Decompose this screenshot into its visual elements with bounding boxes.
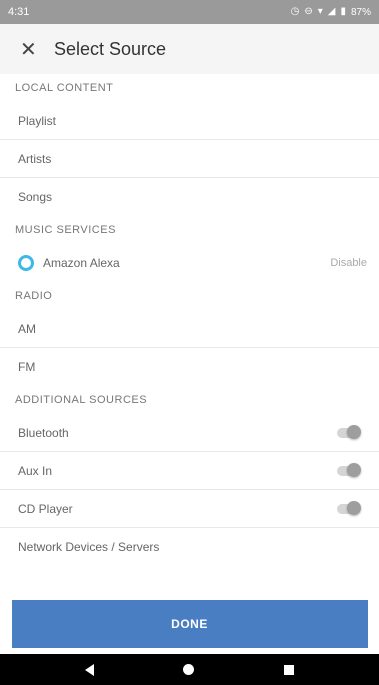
section-header-local-content: LOCAL CONTENT <box>15 82 114 94</box>
status-time: 4:31 <box>8 6 30 18</box>
toggle-knob <box>347 424 361 439</box>
source-item-playlist[interactable]: Playlist <box>0 102 379 140</box>
source-item-label: Aux In <box>18 463 53 478</box>
source-item-label: Amazon Alexa <box>43 256 120 270</box>
source-item-label: Bluetooth <box>18 425 69 440</box>
source-item-label: AM <box>18 321 36 336</box>
signal-icon: ◢ <box>327 6 336 17</box>
source-item-network-devices[interactable]: Network Devices / Servers <box>0 528 379 566</box>
cd-player-toggle[interactable] <box>337 500 361 515</box>
aux-in-toggle[interactable] <box>337 462 361 477</box>
status-icons: ◷ ⊖ ▾ ◢ ▮ 87% <box>291 7 371 18</box>
alarm-icon: ◷ <box>290 6 300 17</box>
done-container: DONE <box>0 594 379 654</box>
battery-level: 87% <box>350 6 371 18</box>
section-header-music-services: MUSIC SERVICES <box>15 224 116 236</box>
toggle-knob <box>347 500 361 515</box>
battery-icon: ▮ <box>340 6 346 17</box>
done-button[interactable]: DONE <box>11 600 368 648</box>
section-header-additional-sources: ADDITIONAL SOURCES <box>15 394 148 406</box>
wifi-icon: ▾ <box>317 6 323 17</box>
source-item-label: Playlist <box>18 113 57 128</box>
system-nav-bar <box>0 654 379 685</box>
source-item-label: CD Player <box>18 501 73 516</box>
dnd-icon: ⊖ <box>304 6 313 17</box>
source-item-label: Songs <box>18 190 53 204</box>
source-item-cd-player[interactable]: CD Player <box>0 490 379 528</box>
alexa-disable-link[interactable]: Disable <box>330 257 367 269</box>
source-item-bluetooth[interactable]: Bluetooth <box>0 414 379 452</box>
status-bar: 4:31 ◷ ⊖ ▾ ◢ ▮ 87% <box>0 0 379 24</box>
recents-icon[interactable] <box>284 664 295 675</box>
app-bar: ✕ Select Source <box>0 24 379 74</box>
source-item-songs[interactable]: Songs <box>0 178 379 216</box>
toggle-knob <box>347 462 361 477</box>
page-title: Select Source <box>54 38 167 59</box>
source-item-artists[interactable]: Artists <box>0 140 379 178</box>
source-list: LOCAL CONTENT Playlist Artists Songs MUS… <box>0 74 379 594</box>
source-item-amazon-alexa[interactable]: Amazon Alexa Disable <box>0 244 379 282</box>
bluetooth-toggle[interactable] <box>337 424 361 439</box>
source-item-label: FM <box>18 360 36 374</box>
home-icon[interactable] <box>183 664 195 675</box>
source-item-label: Artists <box>18 151 52 166</box>
source-item-am[interactable]: AM <box>0 310 379 348</box>
source-item-aux-in[interactable]: Aux In <box>0 452 379 490</box>
source-item-label: Network Devices / Servers <box>18 540 160 554</box>
alexa-icon <box>18 255 34 271</box>
source-item-fm[interactable]: FM <box>0 348 379 386</box>
section-header-radio: RADIO <box>15 290 53 302</box>
back-icon[interactable] <box>84 663 94 676</box>
close-icon[interactable]: ✕ <box>20 37 44 62</box>
